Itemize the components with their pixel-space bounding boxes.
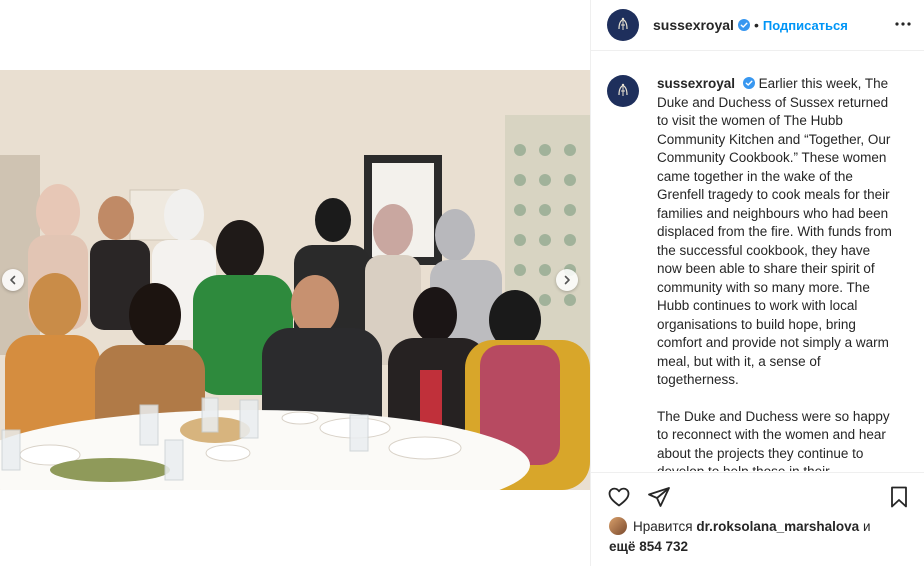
verified-badge-icon bbox=[742, 77, 755, 89]
post-actions bbox=[591, 472, 924, 523]
monogram-logo-icon bbox=[618, 17, 628, 30]
chevron-left-icon bbox=[10, 275, 16, 285]
likes-more-link[interactable]: ещё 854 732 bbox=[609, 539, 688, 554]
likes-conj: и bbox=[862, 519, 871, 534]
next-image-button[interactable] bbox=[556, 269, 578, 291]
caption-paragraph-1: Earlier this week, The Duke and Duchess … bbox=[657, 76, 892, 387]
post-sidebar: sussexroyal • Подписаться sussexroyal Ea… bbox=[590, 0, 924, 566]
group-photo-illustration bbox=[0, 70, 590, 490]
header-separator: • bbox=[753, 17, 759, 33]
verified-badge-icon bbox=[737, 19, 750, 31]
likes-summary: Нравится dr.roksolana_marshalova и ещё 8… bbox=[609, 517, 915, 557]
monogram-logo-icon bbox=[618, 83, 628, 96]
post-photo[interactable] bbox=[0, 70, 590, 490]
caption: sussexroyal Earlier this week, The Duke … bbox=[607, 75, 909, 471]
caption-username[interactable]: sussexroyal bbox=[657, 76, 735, 91]
like-button[interactable] bbox=[607, 485, 631, 509]
likes-more-prefix: ещё bbox=[609, 539, 636, 554]
chevron-right-icon bbox=[564, 275, 570, 285]
save-button[interactable] bbox=[887, 485, 911, 509]
likes-count: 854 732 bbox=[639, 539, 688, 554]
profile-avatar[interactable] bbox=[607, 9, 639, 41]
caption-text: sussexroyal Earlier this week, The Duke … bbox=[657, 75, 897, 471]
post-header: sussexroyal • Подписаться bbox=[591, 0, 924, 51]
share-button[interactable] bbox=[647, 485, 671, 509]
caption-paragraph-2: The Duke and Duchess were so happy to re… bbox=[657, 408, 890, 472]
heart-icon bbox=[608, 487, 630, 507]
bookmark-icon bbox=[891, 486, 907, 508]
liker-username[interactable]: dr.roksolana_marshalova bbox=[696, 519, 859, 534]
more-options-icon bbox=[895, 22, 911, 26]
post-media bbox=[0, 0, 590, 566]
header-username[interactable]: sussexroyal bbox=[653, 17, 734, 33]
likes-prefix: Нравится bbox=[633, 519, 693, 534]
more-options-button[interactable] bbox=[893, 14, 913, 34]
comments-section[interactable]: sussexroyal Earlier this week, The Duke … bbox=[591, 51, 924, 471]
previous-image-button[interactable] bbox=[2, 269, 24, 291]
liker-avatar[interactable] bbox=[609, 517, 627, 535]
follow-button[interactable]: Подписаться bbox=[763, 18, 848, 33]
paper-plane-icon bbox=[648, 487, 670, 507]
caption-avatar[interactable] bbox=[607, 75, 639, 107]
